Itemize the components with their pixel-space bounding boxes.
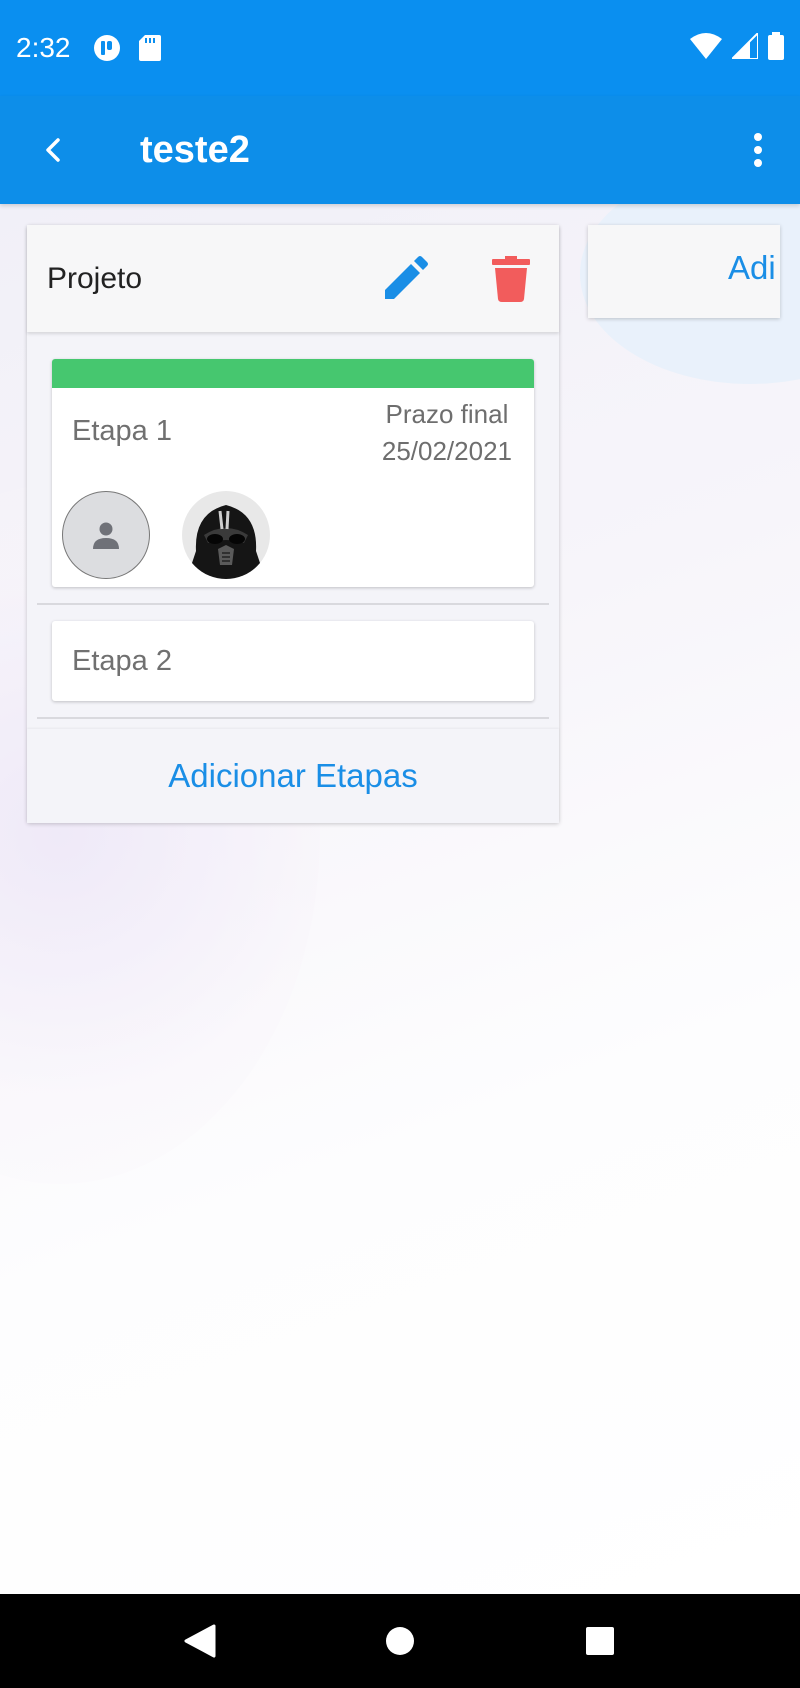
- stage-name: Etapa 1: [72, 415, 172, 447]
- deadline-label: Prazo final: [385, 399, 509, 429]
- back-triangle-icon: [184, 1624, 216, 1658]
- delete-column-button[interactable]: [473, 241, 549, 317]
- board-column: Projeto Etapa 1 Prazo final 25/02/2021 E…: [27, 225, 559, 823]
- status-time: 2:32: [16, 32, 71, 63]
- helmet-portrait-icon: [182, 491, 270, 579]
- battery-icon: [768, 31, 784, 65]
- stage-card[interactable]: Etapa 1 Prazo final 25/02/2021: [52, 359, 534, 587]
- back-button[interactable]: [0, 96, 108, 204]
- nav-home-button[interactable]: [360, 1601, 440, 1681]
- divider: [37, 717, 549, 719]
- signal-icon: [729, 30, 759, 64]
- stage-list: Etapa 1 Prazo final 25/02/2021 Etapa 2: [27, 332, 559, 719]
- divider: [37, 603, 549, 605]
- recents-square-icon: [586, 1627, 614, 1655]
- member-avatar-photo[interactable]: [182, 491, 270, 579]
- add-column-card[interactable]: Adi: [588, 225, 780, 318]
- person-icon: [93, 522, 119, 549]
- nav-recents-button[interactable]: [560, 1601, 640, 1681]
- deadline-date: 25/02/2021: [381, 436, 512, 466]
- add-stages-button[interactable]: Adicionar Etapas: [27, 729, 559, 823]
- status-bar: 2:32: [0, 0, 800, 96]
- overflow-menu-button[interactable]: [716, 96, 800, 204]
- app-notification-icon: [93, 34, 121, 62]
- app-bar: teste2: [0, 96, 800, 204]
- chevron-left-icon: [46, 138, 60, 162]
- add-column-label: Adi: [728, 249, 776, 286]
- stage-name: Etapa 2: [72, 644, 172, 677]
- home-circle-icon: [386, 1627, 414, 1655]
- nav-back-button[interactable]: [160, 1601, 240, 1681]
- wifi-icon: [690, 32, 722, 64]
- stage-color-bar: [52, 359, 534, 388]
- sd-card-icon: [138, 35, 161, 61]
- column-title: Projeto: [47, 261, 143, 295]
- more-vert-icon: [754, 133, 762, 167]
- edit-column-button[interactable]: [367, 241, 443, 317]
- trash-icon: [492, 256, 530, 302]
- navigation-bar: [0, 1594, 800, 1688]
- pencil-icon: [385, 256, 428, 299]
- page-title: teste2: [140, 128, 250, 171]
- member-avatar-default[interactable]: [62, 491, 150, 579]
- stage-card[interactable]: Etapa 2: [52, 621, 534, 701]
- deadline: Prazo final 25/02/2021: [382, 396, 512, 470]
- column-header: Projeto: [27, 225, 559, 332]
